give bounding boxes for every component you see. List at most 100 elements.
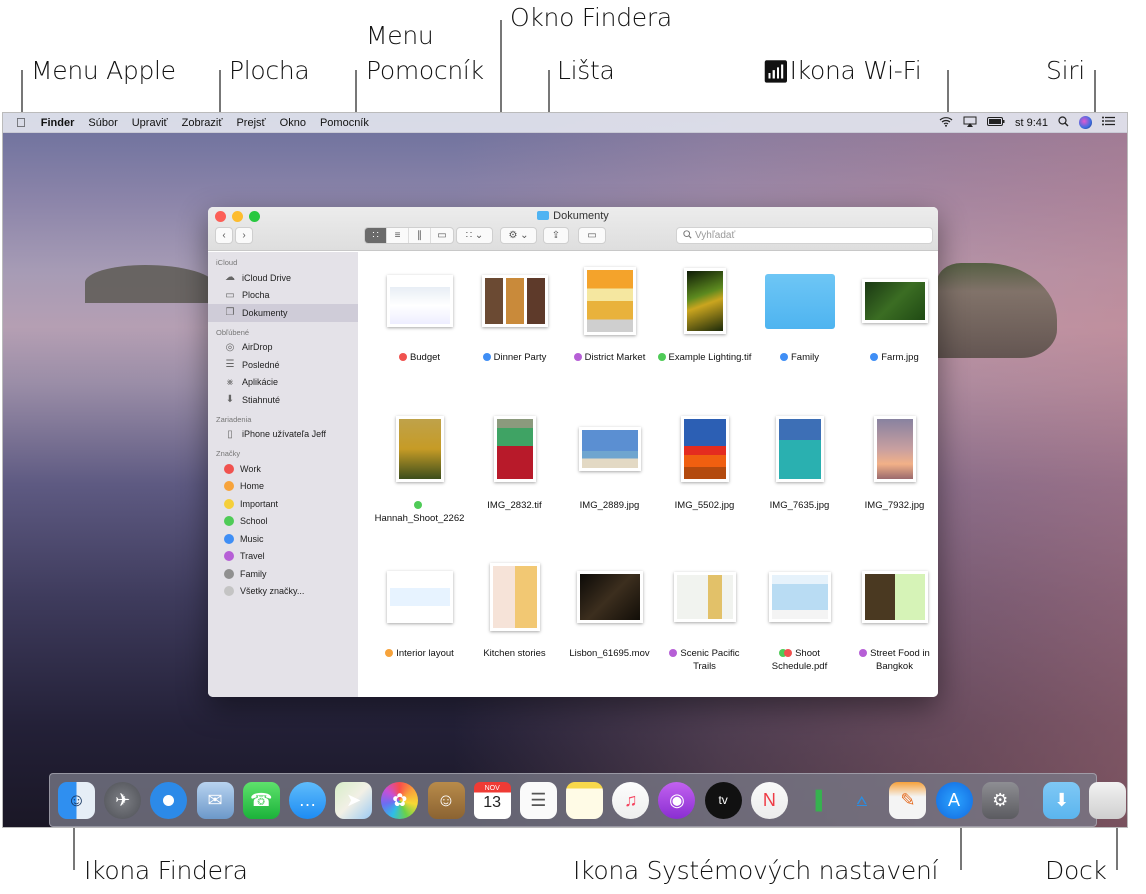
menu-go[interactable]: Prejsť [229,117,272,129]
sidebar-item-posledne[interactable]: ☰ Posledné [208,356,358,374]
file-name: Example Lighting.tif [668,352,752,363]
sidebar-item-airdrop[interactable]: ◎ AirDrop [208,339,358,357]
callout-help-menu-2: Pomocník [366,56,484,85]
file-item[interactable]: IMG_5502.jpg [657,408,752,513]
file-item[interactable]: Street Food in Bangkok [847,556,938,674]
file-item[interactable]: Hannah_Shoot_2262 [372,408,467,526]
sidebar-item-home[interactable]: Home [208,478,358,496]
menu-finder[interactable]: Finder [34,117,82,129]
downloads-folder-icon[interactable]: ⬇ [1043,781,1081,819]
sidebar-item-work[interactable]: Work [208,460,358,478]
maps-icon[interactable]: ➤ [335,781,373,819]
keynote-icon[interactable]: ⩟ [843,782,880,819]
menu-window[interactable]: Okno [273,117,313,129]
file-item[interactable]: Interior layout [372,556,467,661]
file-item[interactable]: Lisbon_61695.mov [562,556,657,661]
icon-view-button[interactable]: ∷ [365,228,387,243]
tag-dot-icon [870,352,879,361]
podcasts-icon[interactable]: ◉ [658,781,696,819]
pages-icon[interactable]: ✎ [889,781,927,819]
sidebar-item-vsetky-znacky[interactable]: Všetky značky... [208,583,358,601]
file-item[interactable]: Kitchen stories [467,556,562,661]
menu-file[interactable]: Súbor [81,117,124,129]
launchpad-icon[interactable]: ✈ [104,781,142,819]
battery-icon[interactable] [986,116,1005,129]
finder-icon[interactable]: ☺ [58,781,95,819]
tag-dot-icon [398,352,407,361]
tv-icon[interactable]: tv [704,781,742,819]
notification-center-icon[interactable] [1102,116,1115,129]
contacts-icon[interactable]: ☺ [427,781,465,819]
mail-icon[interactable]: ✉ [196,781,234,819]
sidebar-item-label: AirDrop [242,342,273,353]
gallery-view-button[interactable]: ▭ [431,228,453,243]
file-item[interactable]: Farm.jpg [847,260,938,365]
menu-edit[interactable]: Upraviť [125,117,175,129]
file-item[interactable]: IMG_7932.jpg [847,408,938,513]
file-thumbnail-area [467,408,562,490]
forward-button[interactable]: › [235,227,253,244]
back-button[interactable]: ‹ [215,227,233,244]
file-item[interactable]: IMG_7635.jpg [752,408,847,513]
file-item[interactable]: Budget [372,260,467,365]
airplay-icon[interactable] [963,116,977,130]
file-thumbnail [578,427,641,471]
file-item[interactable]: District Market [562,260,657,365]
reminders-icon[interactable]: ☰ [519,781,557,819]
file-name: Hannah_Shoot_2262 [374,512,465,524]
tag-color-icon [224,533,234,544]
file-item[interactable]: Scenic Pacific Trails [657,556,752,674]
search-field[interactable]: Vyhľadať [676,227,933,244]
system-preferences-icon[interactable]: ⚙ [981,781,1019,819]
sidebar-item-label: Work [240,463,261,474]
facetime-icon[interactable]: ☎ [242,781,280,819]
file-item[interactable]: IMG_2889.jpg [562,408,657,513]
siri-icon[interactable] [1079,116,1092,129]
apple-menu-icon[interactable]:  [3,115,34,130]
wifi-status-icon[interactable] [939,116,953,130]
app-store-icon[interactable]: A [935,781,973,819]
sidebar-item-icloud-drive[interactable]: ☁ iCloud Drive [208,269,358,287]
trash-icon[interactable] [1089,781,1127,819]
sidebar-item-iphone-uzivatela-jeff[interactable]: ▯ iPhone užívateľa Jeff [208,426,358,444]
file-thumbnail-area [657,556,752,638]
wallpaper-island [85,265,215,303]
applications-icon: ⨳ [226,376,234,388]
clock[interactable]: st 9:41 [1015,117,1048,129]
file-item[interactable]: Example Lighting.tif [657,260,752,365]
notes-icon[interactable] [566,781,604,819]
tags-button[interactable]: ▭ [578,227,606,244]
photos-icon[interactable]: ✿ [381,781,419,819]
group-by-button[interactable]: ∷ ⌄ [456,227,493,244]
calendar-icon[interactable]: NOV 13 [473,781,511,819]
share-button[interactable]: ⇪ [543,227,569,244]
sidebar-item-plocha[interactable]: ▭ Plocha [208,287,358,305]
action-gear-button[interactable]: ⚙ ⌄ [500,227,537,244]
sidebar-item-aplikacie[interactable]: ⨳ Aplikácie [208,374,358,392]
file-thumbnail [768,572,831,622]
sidebar-item-travel[interactable]: Travel [208,548,358,566]
column-view-button[interactable]: ∥ [409,228,431,243]
sidebar-item-important[interactable]: Important [208,495,358,513]
messages-icon[interactable]: … [288,781,326,819]
list-view-button[interactable]: ≡ [387,228,409,243]
menu-view[interactable]: Zobraziť [175,117,230,129]
sidebar-item-school[interactable]: School [208,513,358,531]
file-thumbnail-area [847,408,938,490]
news-icon[interactable]: N [750,781,788,819]
music-icon[interactable]: ♫ [612,781,650,819]
numbers-icon[interactable]: ▐ [797,782,834,819]
file-item[interactable]: Family [752,260,847,365]
spotlight-search-icon[interactable] [1058,115,1069,130]
file-item[interactable]: Shoot Schedule.pdf [752,556,847,674]
safari-icon[interactable]: ⌖ [150,781,188,819]
menu-help[interactable]: Pomocník [313,117,376,129]
callout-line [960,826,962,870]
file-item[interactable]: Dinner Party [467,260,562,365]
desktop[interactable]:  Finder Súbor Upraviť Zobraziť Prejsť O… [2,112,1128,828]
sidebar-item-family[interactable]: Family [208,565,358,583]
sidebar-item-dokumenty[interactable]: ❐ Dokumenty [208,304,358,322]
sidebar-item-music[interactable]: Music [208,530,358,548]
sidebar-item-stiahnute[interactable]: ⬇ Stiahnuté [208,391,358,409]
file-item[interactable]: IMG_2832.tif [467,408,562,513]
